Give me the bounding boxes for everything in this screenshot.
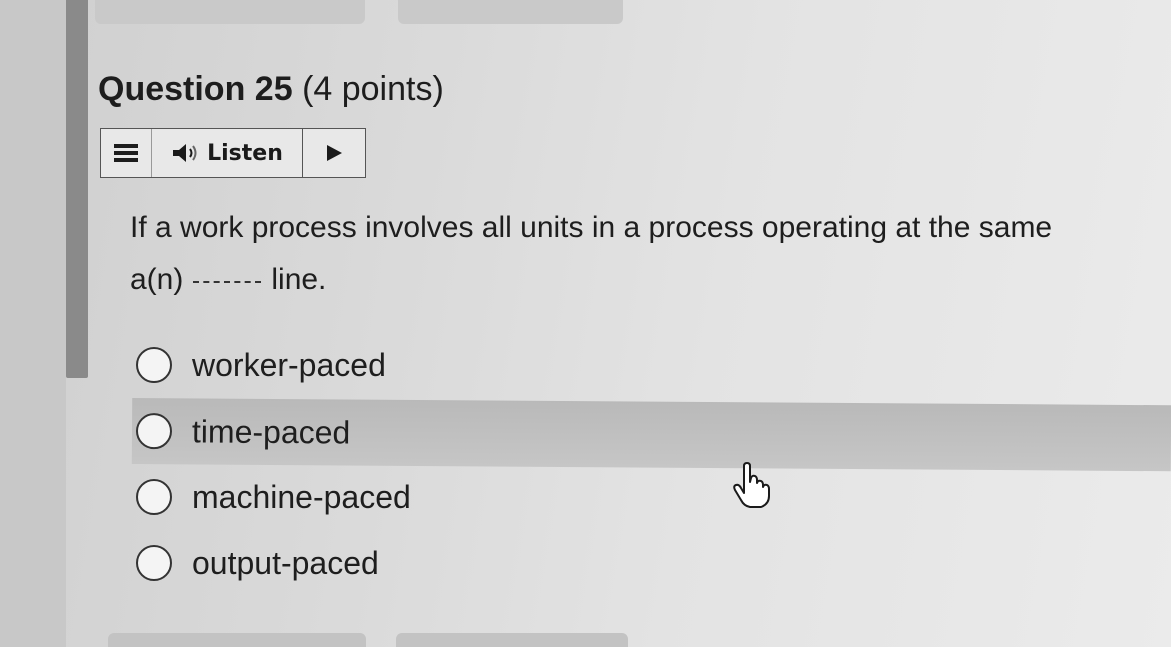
- answer-blank: [193, 281, 262, 283]
- option-label: output-paced: [192, 544, 379, 581]
- radio-button[interactable]: [136, 545, 172, 581]
- menu-button[interactable]: [101, 129, 152, 177]
- prompt-line-2-prefix: a(n): [130, 263, 184, 296]
- option-label: machine-paced: [192, 478, 411, 515]
- question-number: Question 25: [98, 70, 293, 108]
- play-icon: [326, 145, 342, 161]
- prompt-line-2-suffix: line.: [271, 263, 327, 296]
- radio-button[interactable]: [136, 347, 172, 383]
- radio-button[interactable]: [135, 413, 173, 450]
- question-title: Question 25 (4 points): [98, 70, 444, 109]
- option-time-paced[interactable]: time-paced: [131, 398, 1171, 472]
- bottom-panel-right: [396, 633, 628, 647]
- play-button[interactable]: [303, 129, 365, 177]
- hamburger-icon: [114, 144, 138, 148]
- hamburger-icon: [114, 158, 138, 162]
- listen-toolbar: Listen: [100, 128, 366, 178]
- top-panel-right: [398, 0, 623, 24]
- option-output-paced[interactable]: output-paced: [136, 530, 1171, 596]
- prompt-line-1: If a work process involves all units in …: [130, 211, 1053, 244]
- hamburger-icon: [114, 151, 138, 155]
- top-panel-left: [95, 0, 365, 24]
- listen-label: Listen: [207, 140, 283, 166]
- listen-button[interactable]: Listen: [152, 129, 303, 177]
- prompt-line-2: a(n) line.: [130, 254, 1171, 306]
- option-worker-paced[interactable]: worker-paced: [136, 332, 1171, 398]
- option-label: worker-paced: [192, 346, 386, 383]
- speaker-icon: [173, 144, 197, 162]
- hand-pointer-cursor-icon: [733, 462, 770, 508]
- bottom-panel-left: [108, 633, 366, 647]
- option-machine-paced[interactable]: machine-paced: [136, 464, 1171, 530]
- radio-button[interactable]: [136, 479, 172, 515]
- question-prompt: If a work process involves all units in …: [130, 202, 1171, 306]
- scroll-indicator-bar: [66, 0, 88, 378]
- answer-options: worker-paced time-paced machine-paced ou…: [131, 332, 1171, 596]
- question-points: (4 points): [302, 70, 444, 108]
- left-margin: [0, 0, 66, 647]
- option-label: time-paced: [191, 412, 351, 451]
